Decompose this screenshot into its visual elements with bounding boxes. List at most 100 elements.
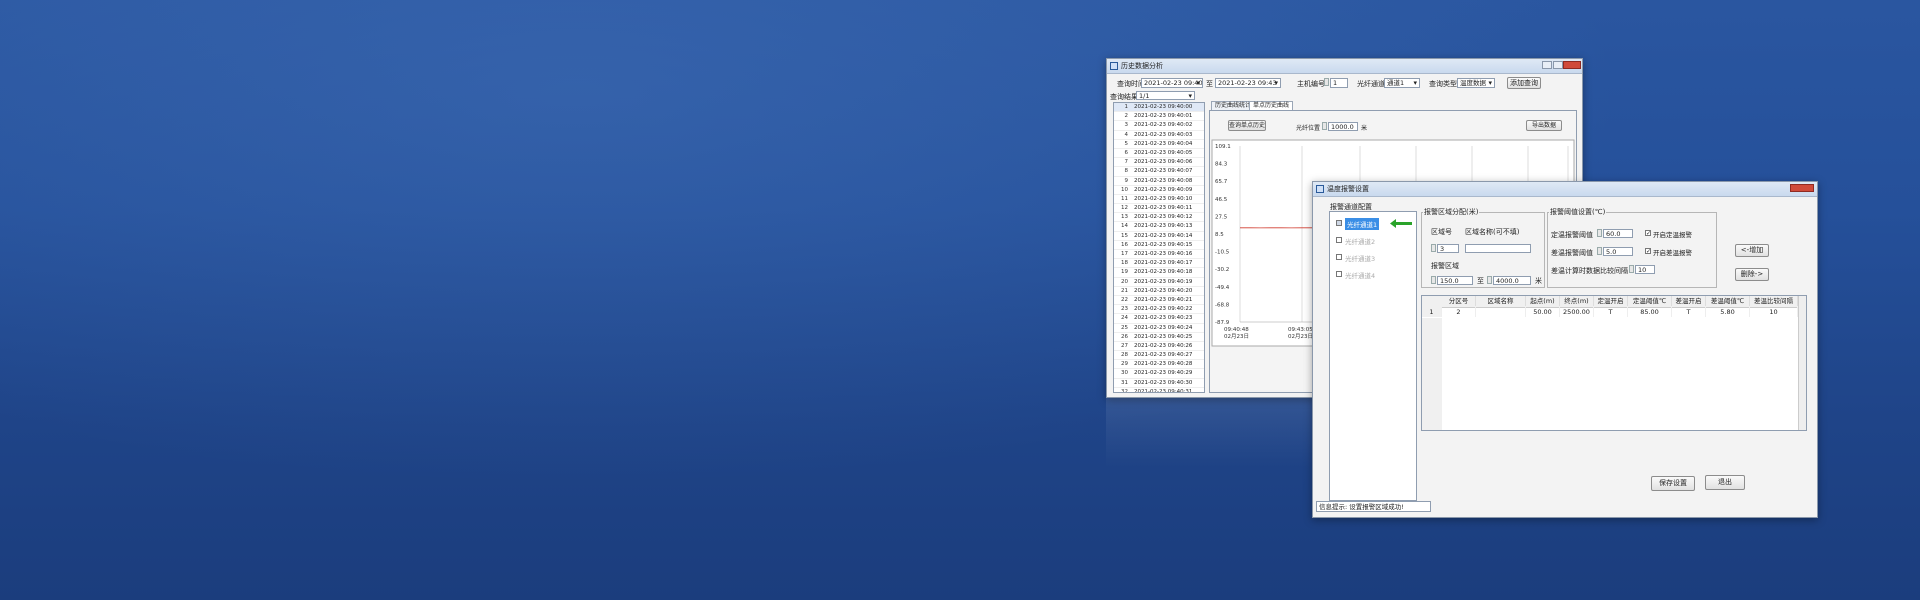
- fixed-threshold-spinner[interactable]: [1597, 229, 1602, 237]
- list-item[interactable]: 9 2021-02-23 09:40:08: [1114, 177, 1204, 186]
- list-item[interactable]: 32 2021-02-23 09:40:31: [1114, 388, 1204, 393]
- position-spinner[interactable]: [1322, 122, 1327, 130]
- y-tick-label: -30.2: [1215, 267, 1229, 273]
- y-tick-label: 8.5: [1215, 232, 1224, 238]
- diff-threshold-spinner[interactable]: [1597, 247, 1602, 255]
- fixed-alarm-checkbox[interactable]: ✓: [1645, 230, 1651, 237]
- close-button[interactable]: [1563, 61, 1581, 69]
- channel-1-checkbox[interactable]: [1336, 220, 1342, 226]
- list-item[interactable]: 14 2021-02-23 09:40:13: [1114, 222, 1204, 232]
- zone-to-spinner[interactable]: [1487, 276, 1492, 284]
- diff-interval-input[interactable]: 10: [1635, 265, 1655, 274]
- result-select[interactable]: 1/1: [1136, 91, 1195, 100]
- title-bar[interactable]: 历史数据分析: [1107, 59, 1582, 74]
- exit-button[interactable]: 退出: [1705, 475, 1745, 490]
- list-item[interactable]: 12 2021-02-23 09:40:11: [1114, 204, 1204, 214]
- list-item[interactable]: 28 2021-02-23 09:40:27: [1114, 351, 1204, 361]
- channel-3-checkbox[interactable]: [1336, 254, 1342, 260]
- list-item[interactable]: 5 2021-02-23 09:40:04: [1114, 140, 1204, 149]
- zone-no-input[interactable]: 3: [1437, 244, 1459, 253]
- query-single-point-button[interactable]: 查询单点历史: [1228, 120, 1266, 131]
- list-item[interactable]: 3 2021-02-23 09:40:02: [1114, 121, 1204, 131]
- channel-label: 光纤通道: [1357, 80, 1385, 88]
- host-spinner[interactable]: [1324, 78, 1329, 86]
- zone-to-input[interactable]: 4000.0: [1493, 276, 1531, 285]
- start-time-picker[interactable]: 2021-02-23 09:40: [1141, 78, 1203, 88]
- export-data-button[interactable]: 导出数据: [1526, 120, 1562, 131]
- row-timestamp: 2021-02-23 09:40:13: [1134, 223, 1193, 230]
- list-item[interactable]: 8 2021-02-23 09:40:07: [1114, 167, 1204, 177]
- cell-end: 2500.00: [1560, 307, 1594, 317]
- add-zone-button[interactable]: <-增加: [1735, 244, 1769, 257]
- row-timestamp: 2021-02-23 09:40:10: [1134, 195, 1193, 202]
- row-timestamp: 2021-02-23 09:40:24: [1134, 324, 1193, 331]
- list-item[interactable]: 29 2021-02-23 09:40:28: [1114, 360, 1204, 370]
- delete-zone-button[interactable]: 删除->: [1735, 268, 1769, 281]
- row-index: 1: [1422, 307, 1442, 317]
- list-item[interactable]: 17 2021-02-23 09:40:16: [1114, 250, 1204, 260]
- channel-item-4[interactable]: 光纤通道4: [1332, 269, 1416, 280]
- list-item[interactable]: 2 2021-02-23 09:40:01: [1114, 112, 1204, 122]
- host-input[interactable]: 1: [1330, 78, 1348, 88]
- maximize-button[interactable]: [1553, 61, 1563, 69]
- row-timestamp: 2021-02-23 09:40:08: [1134, 177, 1193, 184]
- list-item[interactable]: 10 2021-02-23 09:40:09: [1114, 186, 1204, 195]
- table-scrollbar[interactable]: [1798, 296, 1806, 430]
- list-item[interactable]: 22 2021-02-23 09:40:21: [1114, 296, 1204, 306]
- list-item[interactable]: 20 2021-02-23 09:40:19: [1114, 278, 1204, 287]
- list-item[interactable]: 6 2021-02-23 09:40:05: [1114, 149, 1204, 159]
- list-item[interactable]: 31 2021-02-23 09:40:30: [1114, 379, 1204, 388]
- minimize-button[interactable]: [1542, 61, 1552, 69]
- diff-alarm-checkbox[interactable]: ✓: [1645, 248, 1651, 255]
- zone-no-spinner[interactable]: [1431, 244, 1436, 252]
- zone-table[interactable]: 分区号 区域名称 起点(m) 终点(m) 定温开启 定温阈值℃ 差温开启 差温阈…: [1421, 295, 1807, 431]
- end-time-picker[interactable]: 2021-02-23 09:43: [1215, 78, 1281, 88]
- row-number: 7: [1124, 159, 1129, 166]
- diff-threshold-input[interactable]: 5.0: [1603, 247, 1633, 256]
- list-item[interactable]: 13 2021-02-23 09:40:12: [1114, 213, 1204, 223]
- channel-tree[interactable]: 光纤通道1 光纤通道2 光纤通道3 光纤通道4: [1329, 211, 1417, 501]
- channel-2-label: 光纤通道2: [1345, 238, 1376, 246]
- close-button[interactable]: [1790, 184, 1814, 192]
- list-item[interactable]: 24 2021-02-23 09:40:23: [1114, 314, 1204, 324]
- list-item[interactable]: 30 2021-02-23 09:40:29: [1114, 369, 1204, 379]
- channel-item-2[interactable]: 光纤通道2: [1332, 235, 1416, 246]
- diff-interval-spinner[interactable]: [1629, 265, 1634, 273]
- channel-item-1[interactable]: 光纤通道1: [1332, 218, 1416, 230]
- row-timestamp: 2021-02-23 09:40:09: [1134, 186, 1193, 193]
- zone-from-spinner[interactable]: [1431, 276, 1436, 284]
- title-bar[interactable]: 温度报警设置: [1313, 182, 1817, 197]
- tab-single-point-curve[interactable]: 单点历史曲线: [1249, 101, 1294, 110]
- channel-select[interactable]: 通道1: [1384, 78, 1420, 88]
- list-item[interactable]: 23 2021-02-23 09:40:22: [1114, 305, 1204, 315]
- table-row[interactable]: 1 2 50.00 2500.00 T 85.00 T 5.80 10: [1422, 296, 1806, 318]
- row-number: 13: [1121, 214, 1128, 221]
- channel-2-checkbox[interactable]: [1336, 237, 1342, 243]
- zone-name-input[interactable]: [1465, 244, 1531, 253]
- position-input[interactable]: 1000.0: [1328, 122, 1358, 131]
- query-type-select[interactable]: 温度数据: [1457, 78, 1495, 88]
- channel-4-checkbox[interactable]: [1336, 271, 1342, 277]
- window-title: 温度报警设置: [1327, 185, 1369, 193]
- list-item[interactable]: 18 2021-02-23 09:40:17: [1114, 259, 1204, 269]
- zone-from-input[interactable]: 150.0: [1437, 276, 1473, 285]
- zone-to-label: 至: [1477, 277, 1484, 285]
- list-item[interactable]: 4 2021-02-23 09:40:03: [1114, 131, 1204, 140]
- list-item[interactable]: 21 2021-02-23 09:40:20: [1114, 287, 1204, 296]
- add-query-button[interactable]: 添加查询: [1507, 77, 1541, 89]
- row-timestamp: 2021-02-23 09:40:31: [1134, 388, 1193, 393]
- list-item[interactable]: 16 2021-02-23 09:40:15: [1114, 241, 1204, 250]
- timestamp-list[interactable]: 1 2021-02-23 09:40:00 2 2021-02-23 09:40:01…: [1113, 102, 1205, 393]
- list-item[interactable]: 7 2021-02-23 09:40:06: [1114, 158, 1204, 168]
- list-item[interactable]: 27 2021-02-23 09:40:26: [1114, 342, 1204, 352]
- list-item[interactable]: 11 2021-02-23 09:40:10: [1114, 195, 1204, 205]
- y-tick-label: 84.3: [1215, 162, 1228, 168]
- fixed-threshold-input[interactable]: 60.0: [1603, 229, 1633, 238]
- list-item[interactable]: 25 2021-02-23 09:40:24: [1114, 324, 1204, 333]
- channel-item-3[interactable]: 光纤通道3: [1332, 252, 1416, 263]
- save-settings-button[interactable]: 保存设置: [1651, 476, 1695, 491]
- list-item[interactable]: 15 2021-02-23 09:40:14: [1114, 232, 1204, 241]
- list-item[interactable]: 19 2021-02-23 09:40:18: [1114, 268, 1204, 278]
- list-item[interactable]: 26 2021-02-23 09:40:25: [1114, 333, 1204, 342]
- list-item[interactable]: 1 2021-02-23 09:40:00: [1114, 103, 1204, 113]
